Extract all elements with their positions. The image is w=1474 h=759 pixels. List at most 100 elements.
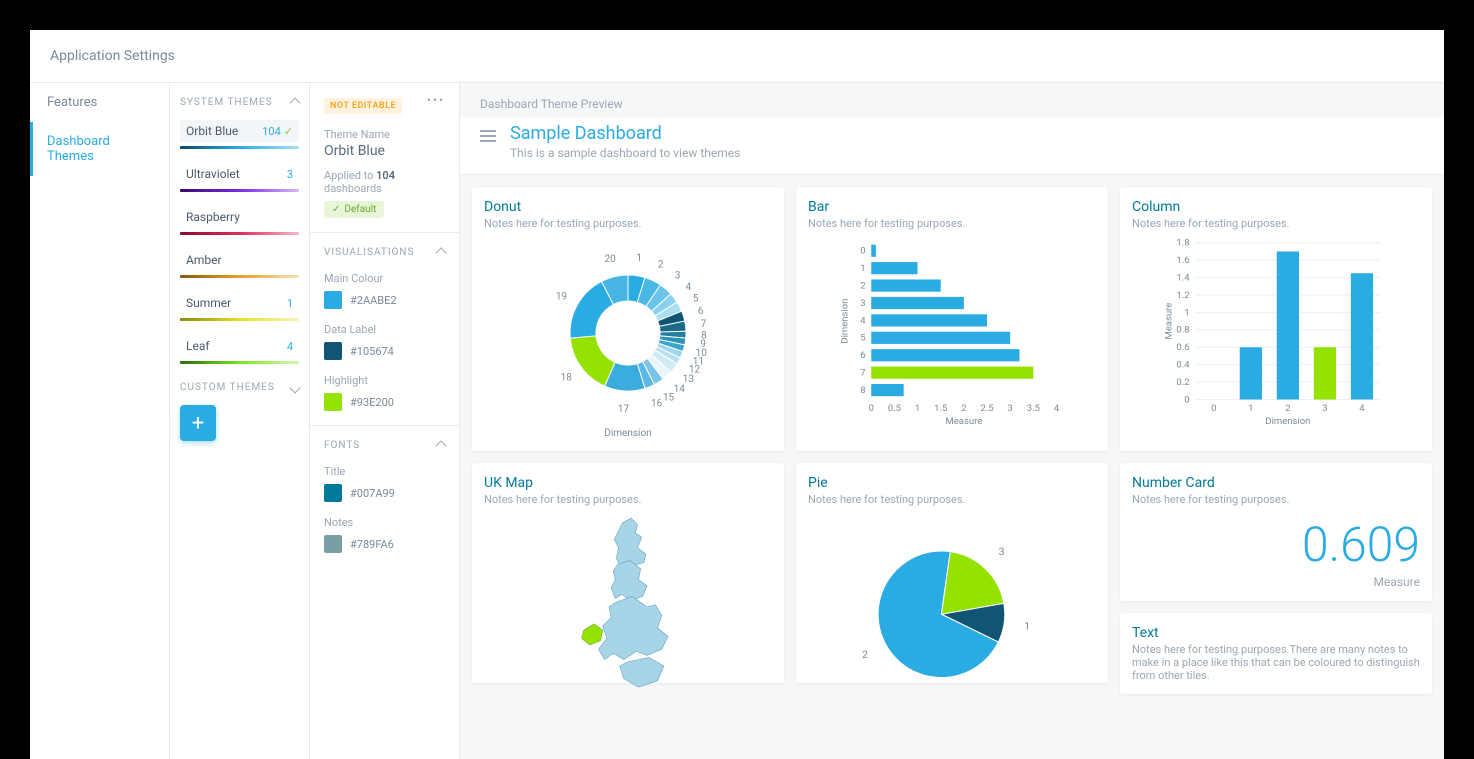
- tile-pie: Pie Notes here for testing purposes. 1 2 3: [796, 463, 1108, 683]
- theme-name-label: Theme Name: [324, 128, 445, 141]
- menu-icon[interactable]: [480, 127, 496, 145]
- nav-dashboard-themes[interactable]: Dashboard Themes: [30, 122, 169, 176]
- right-column: Number Card Notes here for testing purpo…: [1120, 463, 1432, 694]
- svg-text:0.6: 0.6: [1176, 342, 1189, 353]
- applied-text: Applied to 104 dashboards: [324, 169, 445, 195]
- custom-themes-header[interactable]: CUSTOM THEMES: [180, 382, 299, 393]
- nav-features[interactable]: Features: [30, 83, 169, 122]
- svg-text:8: 8: [860, 385, 865, 396]
- tile-text: Text Notes here for testing purposes.The…: [1120, 613, 1432, 694]
- svg-text:0: 0: [869, 403, 874, 414]
- main: Features Dashboard Themes SYSTEM THEMES …: [30, 83, 1444, 759]
- svg-text:1: 1: [860, 263, 865, 274]
- svg-text:3: 3: [860, 298, 865, 309]
- svg-text:4: 4: [1359, 403, 1365, 414]
- number-label: Measure: [1132, 575, 1420, 589]
- dashboard-title: Sample Dashboard: [510, 123, 740, 144]
- number-value: 0.609: [1132, 516, 1420, 573]
- tile-notes: Notes here for testing purposes.: [484, 493, 772, 506]
- tile-notes: Notes here for testing purposes.: [484, 217, 772, 230]
- svg-text:1.5: 1.5: [934, 403, 947, 414]
- tile-notes: Notes here for testing purposes.: [808, 217, 1096, 230]
- svg-text:0.2: 0.2: [1176, 377, 1189, 388]
- svg-text:5: 5: [693, 293, 699, 304]
- x-axis-label: Dimension: [484, 428, 772, 439]
- theme-details: ••• NOT EDITABLE Theme Name Orbit Blue A…: [310, 83, 460, 759]
- tile-donut: Donut Notes here for testing purposes. 1…: [472, 187, 784, 451]
- font-notes-swatch[interactable]: #789FA6: [324, 535, 445, 553]
- svg-text:2: 2: [658, 259, 664, 270]
- tile-title: Pie: [808, 475, 1096, 491]
- svg-text:2: 2: [862, 648, 868, 661]
- data-label-swatch[interactable]: #105674: [324, 342, 445, 360]
- system-themes-header[interactable]: SYSTEM THEMES: [180, 97, 299, 108]
- svg-text:5: 5: [860, 333, 865, 344]
- theme-item[interactable]: Orbit Blue104✓: [180, 120, 299, 149]
- svg-text:Measure: Measure: [945, 416, 982, 427]
- chevron-up-icon: [289, 97, 300, 108]
- more-icon[interactable]: •••: [427, 93, 445, 107]
- svg-text:2: 2: [961, 403, 966, 414]
- donut-chart: 1234567891011121314151617181920: [484, 238, 772, 428]
- svg-text:6: 6: [698, 306, 704, 317]
- tile-notes: Notes here for testing purposes.: [1132, 217, 1420, 230]
- tile-column: Column Notes here for testing purposes. …: [1120, 187, 1432, 451]
- theme-item[interactable]: Amber: [180, 249, 299, 278]
- visualisations-header[interactable]: VISUALISATIONS: [324, 247, 445, 258]
- svg-text:2.5: 2.5: [980, 403, 993, 414]
- svg-text:7: 7: [701, 319, 707, 330]
- svg-text:0: 0: [1184, 394, 1189, 405]
- tile-title: Donut: [484, 199, 772, 215]
- svg-text:3: 3: [1322, 403, 1327, 414]
- svg-text:1.6: 1.6: [1176, 255, 1189, 266]
- add-theme-button[interactable]: +: [180, 405, 216, 441]
- svg-text:1.2: 1.2: [1176, 290, 1189, 301]
- tile-notes: Notes here for testing purposes.There ar…: [1132, 643, 1420, 682]
- main-colour-label: Main Colour: [324, 272, 445, 285]
- data-label-label: Data Label: [324, 323, 445, 336]
- not-editable-badge: NOT EDITABLE: [324, 98, 402, 114]
- svg-text:0: 0: [860, 246, 865, 257]
- svg-text:2: 2: [860, 280, 865, 291]
- chevron-up-icon: [435, 247, 446, 258]
- tile-map: UK Map Notes here for testing purposes.: [472, 463, 784, 683]
- svg-text:6: 6: [860, 350, 865, 361]
- theme-list: Orbit Blue104✓ Ultraviolet3 Raspberry Amber…: [180, 120, 299, 364]
- theme-item[interactable]: Summer1: [180, 292, 299, 321]
- tile-bar: Bar Notes here for testing purposes. 012…: [796, 187, 1108, 451]
- tile-title: Number Card: [1132, 475, 1420, 491]
- svg-text:1.4: 1.4: [1176, 272, 1190, 283]
- default-badge: Default: [324, 201, 384, 218]
- tile-notes: Notes here for testing purposes.: [1132, 493, 1420, 506]
- svg-text:1: 1: [915, 403, 920, 414]
- svg-text:4: 4: [860, 315, 866, 326]
- theme-item[interactable]: Leaf4: [180, 335, 299, 364]
- highlight-swatch[interactable]: #93E200: [324, 393, 445, 411]
- theme-item[interactable]: Ultraviolet3: [180, 163, 299, 192]
- tile-notes: Notes here for testing purposes.: [808, 493, 1096, 506]
- svg-text:14: 14: [674, 384, 686, 395]
- svg-text:1: 1: [1024, 619, 1030, 632]
- theme-item[interactable]: Raspberry: [180, 206, 299, 235]
- svg-text:1: 1: [1184, 307, 1189, 318]
- svg-text:2: 2: [1285, 403, 1290, 414]
- svg-text:4: 4: [686, 282, 692, 293]
- main-colour-swatch[interactable]: #2AABE2: [324, 291, 445, 309]
- page-title: Application Settings: [30, 30, 1444, 83]
- font-title-swatch[interactable]: #007A99: [324, 484, 445, 502]
- themes-sidebar: SYSTEM THEMES Orbit Blue104✓ Ultraviolet3…: [170, 83, 310, 759]
- chevron-down-icon: [289, 382, 300, 393]
- font-title-label: Title: [324, 465, 445, 478]
- tile-number: Number Card Notes here for testing purpo…: [1120, 463, 1432, 601]
- theme-name-value: Orbit Blue: [324, 143, 445, 159]
- svg-text:18: 18: [561, 372, 573, 383]
- svg-text:19: 19: [556, 291, 567, 302]
- svg-text:7: 7: [860, 368, 865, 379]
- svg-text:0.5: 0.5: [888, 403, 901, 414]
- tile-title: UK Map: [484, 475, 772, 491]
- fonts-header[interactable]: FONTS: [324, 440, 445, 451]
- svg-text:3: 3: [999, 545, 1005, 558]
- bar-chart: 01234567800.511.522.533.54MeasureDimensi…: [808, 238, 1096, 428]
- svg-text:15: 15: [663, 392, 675, 403]
- dashboard-header: Sample Dashboard This is a sample dashbo…: [460, 117, 1444, 175]
